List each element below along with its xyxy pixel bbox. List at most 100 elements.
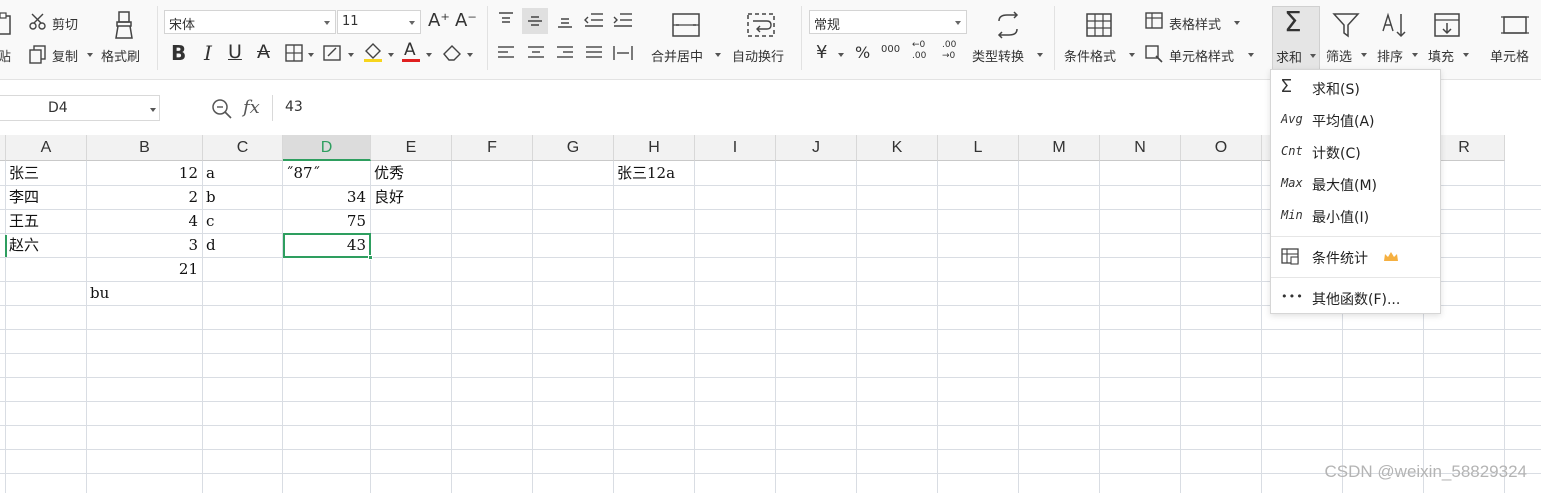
bold-button[interactable]: B	[171, 41, 186, 65]
cell-fill-pattern-icon[interactable]	[322, 43, 344, 63]
active-cell-selection[interactable]	[283, 233, 371, 258]
cell-style-button[interactable]: 单元格样式	[1169, 46, 1234, 65]
menu-item-count[interactable]: Cnt 计数(C)	[1271, 138, 1440, 166]
column-header-h[interactable]: H	[614, 135, 695, 161]
align-top-icon[interactable]	[496, 10, 516, 30]
fill-pattern-dropdown-caret[interactable]	[348, 53, 354, 57]
cell-c1[interactable]: a	[203, 161, 282, 185]
font-size-select[interactable]: 11	[337, 10, 421, 34]
autosum-button[interactable]: Σ 求和	[1272, 5, 1320, 70]
filter-dropdown-caret[interactable]	[1361, 53, 1367, 57]
clear-dropdown-caret[interactable]	[467, 53, 473, 57]
align-bottom-icon[interactable]	[555, 10, 575, 30]
column-header-e[interactable]: E	[371, 135, 452, 161]
percent-button[interactable]: %	[855, 43, 870, 62]
cell-d1[interactable]: ˝87˝	[283, 161, 370, 185]
underline-button[interactable]: U	[228, 41, 242, 63]
column-header-g[interactable]: G	[533, 135, 614, 161]
highlight-dropdown-caret[interactable]	[388, 53, 394, 57]
column-header-j[interactable]: J	[776, 135, 857, 161]
format-painter-icon[interactable]	[112, 10, 138, 40]
column-header-l[interactable]: L	[938, 135, 1019, 161]
fill-dropdown-caret[interactable]	[1463, 53, 1469, 57]
menu-item-average[interactable]: Avg 平均值(A)	[1271, 106, 1440, 134]
align-right-icon[interactable]	[555, 43, 575, 63]
column-header-o[interactable]: O	[1181, 135, 1262, 161]
decrease-indent-icon[interactable]	[583, 10, 605, 30]
cell-d3[interactable]: 75	[283, 209, 370, 233]
eraser-icon[interactable]	[441, 42, 463, 62]
align-left-icon[interactable]	[496, 43, 516, 63]
column-header-a[interactable]: A	[6, 135, 87, 161]
font-color-button[interactable]: A	[401, 40, 423, 64]
cell-b6[interactable]: bu	[87, 281, 202, 305]
copy-button[interactable]: 复制	[52, 46, 78, 65]
align-middle-button[interactable]	[522, 8, 548, 34]
sort-icon[interactable]	[1380, 11, 1410, 39]
table-style-dropdown-caret[interactable]	[1234, 21, 1240, 25]
cell-c4[interactable]: d	[203, 233, 282, 257]
merge-center-button[interactable]: 合并居中	[651, 46, 703, 65]
cell-format-button[interactable]: 单元格	[1490, 46, 1529, 65]
thousands-button[interactable]: 000	[881, 44, 900, 55]
menu-item-sum[interactable]: Σ 求和(S)	[1271, 74, 1440, 102]
cell-a1[interactable]: 张三	[6, 161, 86, 185]
type-convert-icon[interactable]	[993, 11, 1023, 39]
font-color-dropdown-caret[interactable]	[426, 53, 432, 57]
cut-button[interactable]: 剪切	[52, 14, 78, 33]
select-all-corner[interactable]	[0, 135, 6, 161]
shrink-font-button[interactable]: A⁻	[455, 10, 477, 31]
borders-icon[interactable]	[284, 43, 304, 63]
cell-c3[interactable]: c	[203, 209, 282, 233]
wrap-text-button[interactable]: 自动换行	[732, 46, 784, 65]
column-header-i[interactable]: I	[695, 135, 776, 161]
italic-button[interactable]: I	[204, 41, 212, 65]
conditional-format-icon[interactable]	[1085, 11, 1115, 39]
sort-button[interactable]: 排序	[1377, 46, 1403, 65]
align-center-icon[interactable]	[526, 43, 546, 63]
distributed-align-icon[interactable]	[612, 43, 634, 63]
menu-item-other-functions[interactable]: ••• 其他函数(F)...	[1271, 284, 1440, 312]
paste-label[interactable]: 贴	[0, 46, 11, 65]
column-header-n[interactable]: N	[1100, 135, 1181, 161]
filter-funnel-icon[interactable]	[1331, 11, 1361, 39]
conditional-format-dropdown-caret[interactable]	[1129, 53, 1135, 57]
menu-item-conditional-stats[interactable]: 条件统计	[1271, 243, 1440, 271]
cell-a3[interactable]: 王五	[6, 209, 86, 233]
fill-button[interactable]: 填充	[1428, 46, 1454, 65]
cell-a2[interactable]: 李四	[6, 185, 86, 209]
menu-item-min[interactable]: Min 最小值(I)	[1271, 202, 1440, 230]
paste-icon[interactable]	[0, 10, 14, 38]
currency-dropdown-caret[interactable]	[838, 53, 844, 57]
column-header-b[interactable]: B	[87, 135, 203, 161]
scissors-icon[interactable]	[28, 12, 48, 32]
column-header-c[interactable]: C	[203, 135, 283, 161]
cell-a4[interactable]: 赵六	[6, 233, 86, 257]
cell-b3[interactable]: 4	[87, 209, 202, 233]
fill-handle[interactable]	[368, 255, 373, 260]
wrap-text-icon[interactable]	[746, 11, 776, 39]
menu-item-max[interactable]: Max 最大值(M)	[1271, 170, 1440, 198]
decrease-decimal-button[interactable]: .00 →0	[942, 40, 966, 62]
cell-format-icon[interactable]	[1500, 11, 1530, 39]
increase-decimal-button[interactable]: ←0 .00	[912, 40, 936, 62]
column-header-d[interactable]: D	[283, 135, 371, 161]
justify-icon[interactable]	[584, 43, 604, 63]
copy-icon[interactable]	[28, 44, 48, 64]
type-convert-button[interactable]: 类型转换	[972, 46, 1024, 65]
conditional-format-button[interactable]: 条件格式	[1064, 46, 1116, 65]
cell-b5[interactable]: 21	[87, 257, 202, 281]
cell-style-dropdown-caret[interactable]	[1248, 53, 1254, 57]
cell-h1[interactable]: 张三12a	[614, 161, 694, 185]
fill-down-icon[interactable]	[1432, 11, 1462, 39]
cell-style-icon[interactable]	[1144, 44, 1166, 64]
currency-button[interactable]: ¥	[816, 42, 827, 63]
type-convert-dropdown-caret[interactable]	[1037, 53, 1043, 57]
format-painter-button[interactable]: 格式刷	[101, 46, 140, 65]
table-style-icon[interactable]	[1144, 11, 1166, 31]
cell-e1[interactable]: 优秀	[371, 161, 451, 185]
table-style-button[interactable]: 表格样式	[1169, 14, 1221, 33]
borders-dropdown-caret[interactable]	[308, 53, 314, 57]
cell-b2[interactable]: 2	[87, 185, 202, 209]
cell-b1[interactable]: 12	[87, 161, 202, 185]
